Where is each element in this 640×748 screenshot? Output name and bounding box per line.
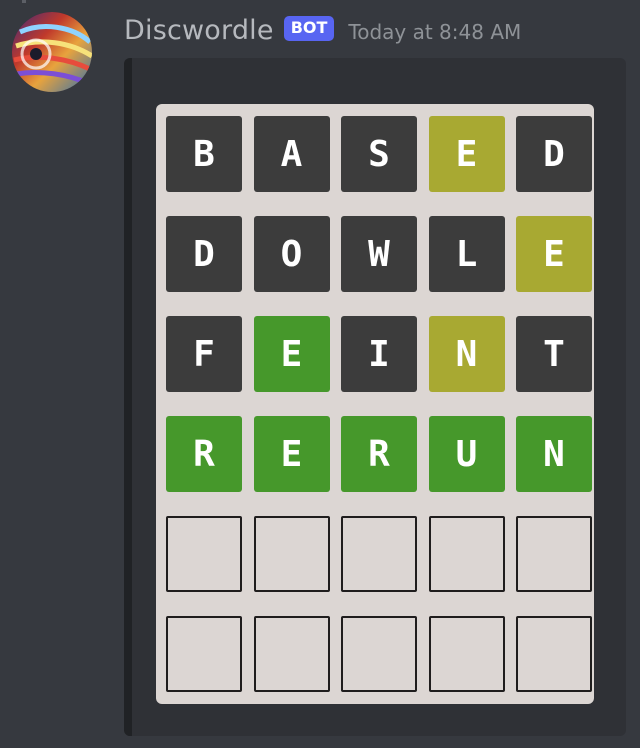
letter-tile: I (341, 316, 417, 392)
letter-tile (166, 516, 242, 592)
wordle-board[interactable]: BASEDDOWLEFEINTRERUN (156, 104, 594, 704)
letter-tile (253, 616, 330, 692)
letter-tile: D (516, 116, 592, 192)
letter-tile: N (428, 316, 505, 392)
letter-tile (166, 616, 242, 692)
letter-tile (341, 616, 417, 692)
swirl-avatar-icon (12, 12, 92, 92)
embed-accent-bar (124, 58, 132, 736)
letter-tile (428, 616, 505, 692)
letter-tile: E (428, 116, 505, 192)
letter-tile: N (516, 416, 592, 492)
letter-tile: E (516, 216, 592, 292)
letter-tile: U (428, 416, 505, 492)
avatar[interactable] (12, 12, 92, 92)
letter-tile (341, 516, 417, 592)
letter-tile: T (516, 316, 592, 392)
letter-tile: R (166, 416, 242, 492)
letter-tile: L (428, 216, 505, 292)
username[interactable]: Discwordle (124, 15, 274, 46)
letter-tile: S (341, 116, 417, 192)
embed: BASEDDOWLEFEINTRERUN (124, 58, 626, 736)
letter-tile (516, 616, 592, 692)
bot-badge: BOT (283, 15, 335, 41)
letter-tile: B (166, 116, 242, 192)
letter-tile (253, 516, 330, 592)
letter-tile: F (166, 316, 242, 392)
letter-tile: E (253, 316, 330, 392)
message-header: Discwordle BOT Today at 8:48 AM (124, 10, 521, 50)
letter-tile: O (253, 216, 330, 292)
letter-tile: D (166, 216, 242, 292)
letter-tile: W (341, 216, 417, 292)
letter-tile: R (341, 416, 417, 492)
chat-message: Discwordle BOT Today at 8:48 AM BASEDDOW… (0, 0, 640, 748)
divider (22, 0, 26, 3)
timestamp[interactable]: Today at 8:48 AM (348, 20, 521, 44)
letter-tile: A (253, 116, 330, 192)
letter-tile (516, 516, 592, 592)
letter-tile (428, 516, 505, 592)
letter-tile: E (253, 416, 330, 492)
